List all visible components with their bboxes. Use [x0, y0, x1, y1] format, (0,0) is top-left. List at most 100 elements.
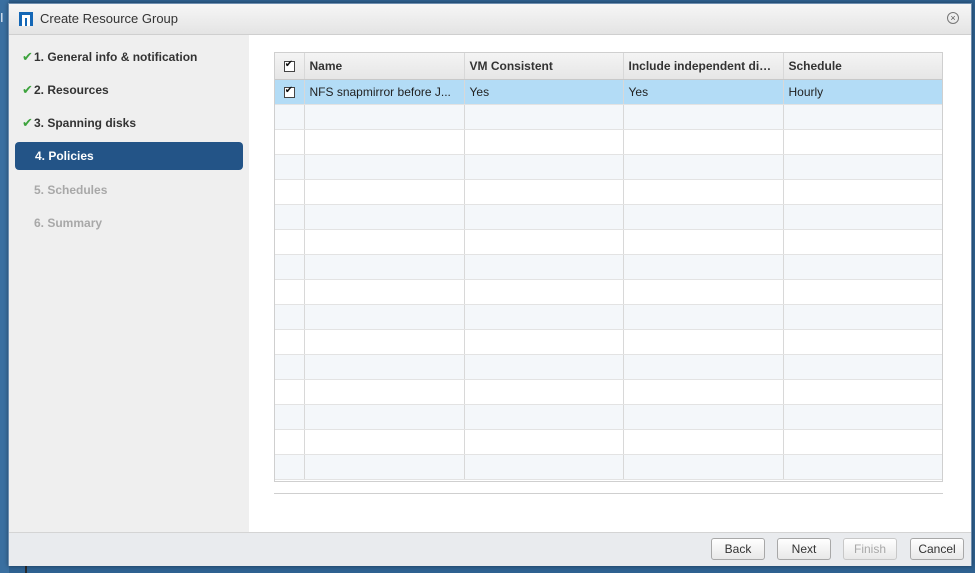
empty-table-row: [275, 429, 942, 455]
empty-cell: [783, 254, 942, 280]
create-resource-group-dialog: Create Resource Group × ✔ 1. General inf…: [8, 3, 972, 566]
wizard-steps-sidebar: ✔ 1. General info & notification ✔ 2. Re…: [9, 35, 249, 532]
policies-grid: Name VM Consistent Include independent d…: [274, 52, 943, 482]
empty-table-row: [275, 304, 942, 330]
empty-cell: [464, 329, 624, 355]
checkmark-icon: ✔: [22, 82, 33, 97]
empty-cell: [275, 229, 305, 255]
empty-table-row: [275, 254, 942, 280]
empty-cell: [304, 154, 465, 180]
empty-cell: [304, 429, 465, 455]
empty-cell: [783, 354, 942, 380]
empty-cell: [304, 204, 465, 230]
wizard-step-label: 1. General info & notification: [34, 50, 198, 64]
column-header-schedule[interactable]: Schedule: [783, 53, 942, 80]
empty-table-row: [275, 279, 942, 305]
empty-cell: [783, 179, 942, 205]
empty-cell: [464, 379, 624, 405]
empty-cell: [275, 129, 305, 155]
back-button[interactable]: Back: [711, 538, 765, 560]
empty-table-row: [275, 129, 942, 155]
empty-cell: [464, 129, 624, 155]
column-header-name[interactable]: Name: [304, 53, 465, 80]
empty-cell: [275, 304, 305, 330]
vm-consistent-cell: Yes: [464, 79, 624, 105]
wizard-step-policies[interactable]: 4. Policies: [15, 142, 243, 170]
cancel-button[interactable]: Cancel: [910, 538, 964, 560]
empty-cell: [623, 254, 784, 280]
empty-cell: [304, 129, 465, 155]
wizard-step-resources[interactable]: ✔ 2. Resources: [15, 76, 243, 104]
empty-table-row: [275, 379, 942, 405]
close-icon[interactable]: ×: [947, 12, 959, 24]
empty-table-row: [275, 454, 942, 480]
dialog-title: Create Resource Group: [40, 11, 179, 26]
checkmark-icon: ✔: [22, 49, 33, 64]
empty-cell: [275, 154, 305, 180]
empty-cell: [464, 354, 624, 380]
empty-cell: [464, 179, 624, 205]
empty-cell: [304, 454, 465, 480]
independent-disks-cell: Yes: [623, 79, 784, 105]
empty-cell: [275, 404, 305, 430]
empty-cell: [783, 304, 942, 330]
table-header-row: Name VM Consistent Include independent d…: [275, 53, 942, 80]
empty-cell: [275, 329, 305, 355]
empty-cell: [783, 379, 942, 405]
column-header-vm-consistent[interactable]: VM Consistent: [464, 53, 624, 80]
empty-cell: [623, 104, 784, 130]
empty-cell: [783, 404, 942, 430]
table-row[interactable]: NFS snapmirror before J... Yes Yes Hourl…: [275, 79, 942, 105]
wizard-step-schedules: 5. Schedules: [15, 176, 243, 204]
empty-cell: [275, 104, 305, 130]
empty-cell: [275, 204, 305, 230]
empty-cell: [783, 154, 942, 180]
empty-cell: [623, 154, 784, 180]
empty-cell: [464, 279, 624, 305]
empty-cell: [304, 104, 465, 130]
empty-cell: [783, 129, 942, 155]
empty-cell: [623, 204, 784, 230]
empty-cell: [304, 254, 465, 280]
empty-cell: [304, 304, 465, 330]
wizard-step-label: 3. Spanning disks: [34, 116, 137, 130]
wizard-step-label: 2. Resources: [34, 83, 109, 97]
wizard-step-general-info[interactable]: ✔ 1. General info & notification: [15, 43, 243, 71]
empty-cell: [623, 304, 784, 330]
select-all-checkbox[interactable]: [283, 59, 295, 73]
empty-cell: [623, 179, 784, 205]
empty-table-row: [275, 329, 942, 355]
empty-cell: [783, 329, 942, 355]
dialog-titlebar: Create Resource Group ×: [9, 4, 971, 35]
empty-cell: [783, 104, 942, 130]
empty-cell: [783, 229, 942, 255]
wizard-step-label: 4. Policies: [35, 149, 94, 163]
empty-cell: [464, 254, 624, 280]
empty-table-row: [275, 104, 942, 130]
empty-cell: [464, 204, 624, 230]
empty-cell: [783, 204, 942, 230]
row-checkbox[interactable]: [283, 85, 295, 98]
empty-cell: [275, 379, 305, 405]
next-button[interactable]: Next: [777, 538, 831, 560]
empty-cell: [464, 454, 624, 480]
empty-cell: [304, 179, 465, 205]
empty-table-row: [275, 154, 942, 180]
row-select-cell[interactable]: [275, 79, 305, 105]
empty-table-row: [275, 179, 942, 205]
policies-panel: Name VM Consistent Include independent d…: [249, 35, 971, 532]
empty-cell: [623, 379, 784, 405]
netapp-logo-icon: [19, 12, 33, 26]
column-header-independent-disks[interactable]: Include independent disks: [623, 53, 784, 80]
background-window-text: I: [0, 10, 4, 25]
checkmark-icon: ✔: [22, 115, 33, 130]
empty-cell: [304, 329, 465, 355]
dialog-footer: Back Next Finish Cancel: [9, 532, 971, 566]
empty-cell: [623, 454, 784, 480]
empty-cell: [623, 279, 784, 305]
wizard-step-spanning-disks[interactable]: ✔ 3. Spanning disks: [15, 109, 243, 137]
wizard-step-label: 5. Schedules: [34, 183, 108, 197]
select-all-cell[interactable]: [275, 53, 305, 80]
empty-cell: [275, 254, 305, 280]
policy-name-cell: NFS snapmirror before J...: [304, 79, 465, 105]
